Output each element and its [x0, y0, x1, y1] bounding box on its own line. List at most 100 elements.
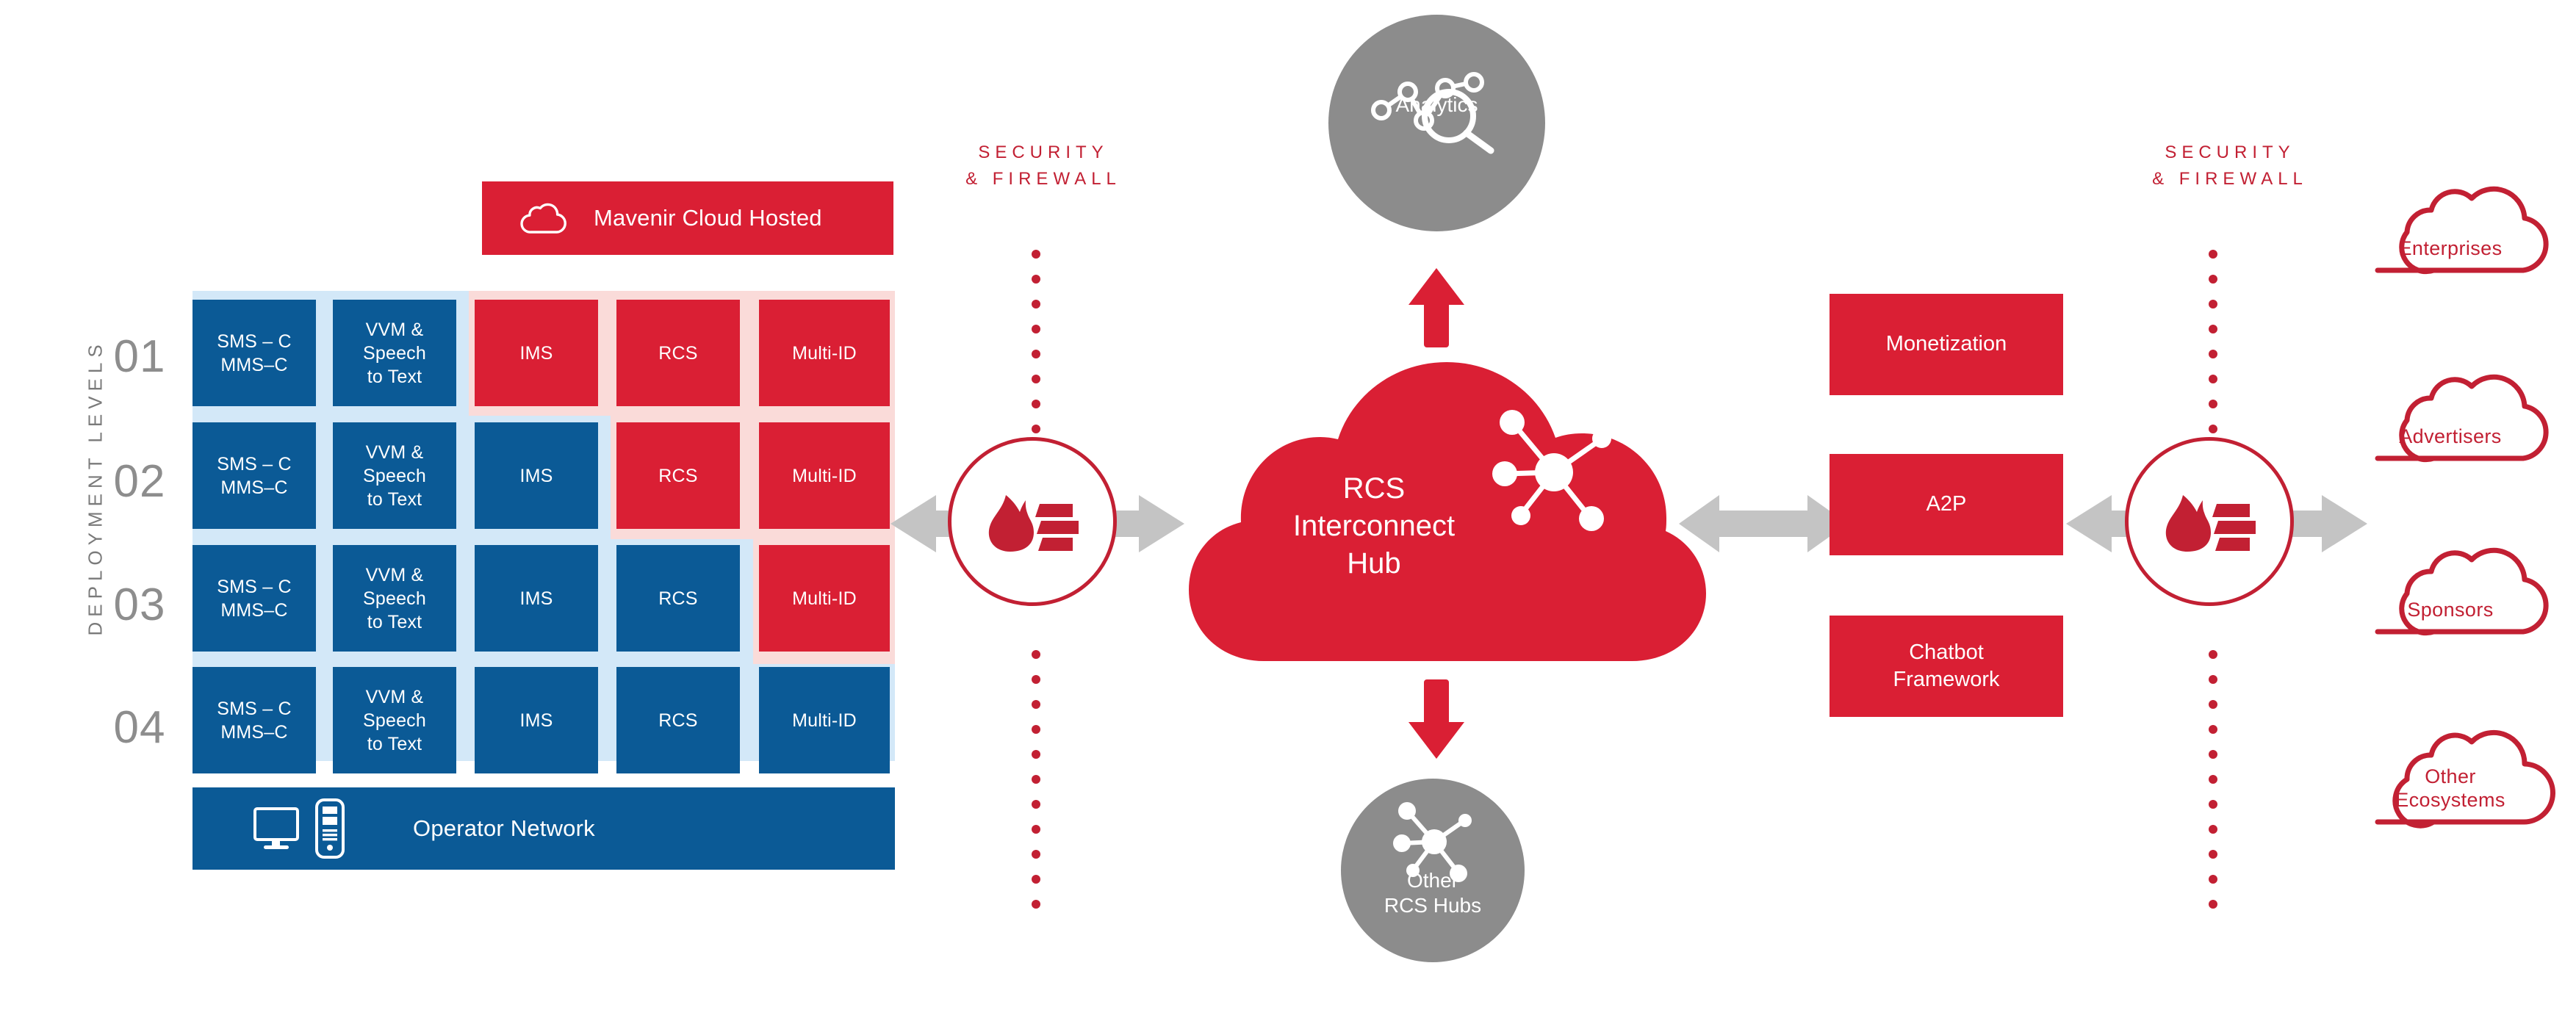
grid-cell-r4c1[interactable]: SMS – C MMS–C — [193, 667, 316, 773]
service-label-line2: Framework — [1893, 668, 2000, 691]
grid-cell-r1c3[interactable]: IMS — [475, 300, 598, 406]
grid-cell-r2c4[interactable]: RCS — [616, 422, 740, 529]
cell-text-line1: SMS – C — [217, 331, 292, 352]
cell-text-line1: RCS — [658, 710, 698, 731]
firewall-flame-brick-icon — [2161, 491, 2258, 552]
cell-text-line2: MMS–C — [220, 599, 288, 621]
firewall-flame-brick-icon — [984, 491, 1081, 552]
grid-cell-r2c3[interactable]: IMS — [475, 422, 598, 529]
ecosystem-label-line1: Sponsors — [2407, 599, 2494, 621]
ecosystem-label-line1: Advertisers — [2399, 425, 2502, 447]
mavenir-cloud-hosted-label: Mavenir Cloud Hosted — [594, 205, 822, 231]
grid-cell-r1c5[interactable]: Multi-ID — [759, 300, 890, 406]
other-hubs-line2: RCS Hubs — [1384, 894, 1482, 917]
grid-cell-r3c5[interactable]: Multi-ID — [759, 545, 890, 652]
service-box-chatbot-framework[interactable]: Chatbot Framework — [1830, 616, 2063, 717]
operator-network-bar[interactable]: Operator Network — [193, 787, 895, 870]
firewall-left-badge[interactable] — [948, 437, 1117, 606]
hub-label-line2: Interconnect — [1292, 510, 1456, 543]
ecosystem-cloud-sponsors[interactable]: Sponsors — [2344, 545, 2557, 637]
cell-text-line1: SMS – C — [217, 576, 292, 597]
cell-text-line2: Speech — [363, 588, 426, 609]
analytics-node[interactable]: Analytics — [1328, 15, 1545, 231]
desktop-tower-icon — [314, 798, 345, 859]
security-title-line2: & FIREWALL — [2152, 169, 2308, 189]
rcs-interconnect-hub-label: RCS Interconnect Hub — [1253, 470, 1495, 583]
cell-text-line1: Multi-ID — [792, 710, 857, 731]
cloud-outline-icon — [520, 202, 569, 234]
firewall-right-badge[interactable] — [2125, 437, 2294, 606]
cell-text-line1: VVM & — [365, 686, 424, 707]
service-box-monetization[interactable]: Monetization — [1830, 294, 2063, 395]
cell-text-line1: RCS — [658, 465, 698, 486]
cell-text-line1: Multi-ID — [792, 588, 857, 609]
hub-label-line1: RCS — [1342, 472, 1406, 505]
grid-cell-r1c4[interactable]: RCS — [616, 300, 740, 406]
cell-text-line3: to Text — [367, 733, 422, 754]
grid-cell-r4c3[interactable]: IMS — [475, 667, 598, 773]
arrow-down-icon — [1407, 679, 1466, 760]
ecosystem-label-line2: Ecosystems — [2395, 789, 2505, 812]
monitor-icon — [253, 806, 300, 851]
arrow-up-icon — [1407, 267, 1466, 347]
ecosystem-label: Advertisers — [2344, 425, 2557, 448]
grid-cell-r2c5[interactable]: Multi-ID — [759, 422, 890, 529]
ecosystem-cloud-other-ecosystems[interactable]: Other Ecosystems — [2344, 724, 2557, 829]
cell-text-line1: IMS — [519, 588, 553, 609]
cell-text-line1: Multi-ID — [792, 342, 857, 364]
grid-cell-r1c1[interactable]: SMS – C MMS–C — [193, 300, 316, 406]
service-label: Monetization — [1885, 332, 2007, 356]
ecosystem-label: Other Ecosystems — [2344, 765, 2557, 812]
level-number-02: 02 — [113, 456, 166, 507]
ecosystem-label: Sponsors — [2344, 598, 2557, 621]
service-label-line1: Chatbot — [1909, 640, 1984, 664]
level-number-03: 03 — [113, 580, 166, 630]
cell-text-line3: to Text — [367, 488, 422, 510]
cell-text-line1: VVM & — [365, 441, 424, 463]
security-firewall-left-title: SECURITY & FIREWALL — [911, 140, 1176, 192]
operator-network-label: Operator Network — [413, 815, 595, 841]
grid-cell-r3c2[interactable]: VVM & Speech to Text — [333, 545, 456, 652]
grid-cell-r4c2[interactable]: VVM & Speech to Text — [333, 667, 456, 773]
grid-cell-r3c4[interactable]: RCS — [616, 545, 740, 652]
cell-text-line2: MMS–C — [220, 721, 288, 743]
grid-cell-r3c1[interactable]: SMS – C MMS–C — [193, 545, 316, 652]
cell-text-line1: VVM & — [365, 564, 424, 585]
security-title-line1: SECURITY — [978, 142, 1109, 162]
ecosystem-label-line1: Enterprises — [2398, 237, 2503, 259]
level-number-04: 04 — [113, 702, 166, 753]
firewall-right-dotted-line-bottom — [2209, 650, 2217, 925]
ecosystem-label-line1: Other — [2425, 765, 2476, 787]
cell-text-line2: MMS–C — [220, 477, 288, 498]
cell-text-line3: to Text — [367, 366, 422, 387]
ecosystem-cloud-enterprises[interactable]: Enterprises — [2344, 184, 2557, 275]
arrow-hub-to-services-bidirectional — [1679, 491, 1848, 557]
grid-cell-r4c5[interactable]: Multi-ID — [759, 667, 890, 773]
level-number-01: 01 — [113, 331, 166, 382]
security-title-line1: SECURITY — [2165, 142, 2295, 162]
grid-cell-r3c3[interactable]: IMS — [475, 545, 598, 652]
cell-text-line2: MMS–C — [220, 354, 288, 375]
cell-text-line1: SMS – C — [217, 453, 292, 475]
mavenir-cloud-hosted-banner[interactable]: Mavenir Cloud Hosted — [482, 181, 893, 255]
cell-text-line1: RCS — [658, 342, 698, 364]
cell-text-line1: IMS — [519, 342, 553, 364]
cell-text-line1: SMS – C — [217, 698, 292, 719]
network-nodes-icon — [1492, 408, 1616, 536]
service-box-a2p[interactable]: A2P — [1830, 454, 2063, 555]
cell-text-line1: RCS — [658, 588, 698, 609]
grid-cell-r2c1[interactable]: SMS – C MMS–C — [193, 422, 316, 529]
diagram-canvas: DEPLOYMENT LEVELS 01 02 03 04 Mavenir Cl… — [0, 0, 2576, 1021]
cell-text-line1: IMS — [519, 465, 553, 486]
ecosystem-label: Enterprises — [2344, 237, 2557, 260]
other-rcs-hubs-node[interactable]: Other RCS Hubs — [1341, 779, 1525, 962]
network-nodes-icon — [1392, 799, 1477, 884]
cell-text-line1: Multi-ID — [792, 465, 857, 486]
service-label: A2P — [1926, 492, 1967, 516]
grid-cell-r2c2[interactable]: VVM & Speech to Text — [333, 422, 456, 529]
cell-text-line2: Speech — [363, 710, 426, 731]
grid-cell-r4c4[interactable]: RCS — [616, 667, 740, 773]
ecosystem-cloud-advertisers[interactable]: Advertisers — [2344, 372, 2557, 463]
hub-label-line3: Hub — [1347, 547, 1401, 580]
grid-cell-r1c2[interactable]: VVM & Speech to Text — [333, 300, 456, 406]
